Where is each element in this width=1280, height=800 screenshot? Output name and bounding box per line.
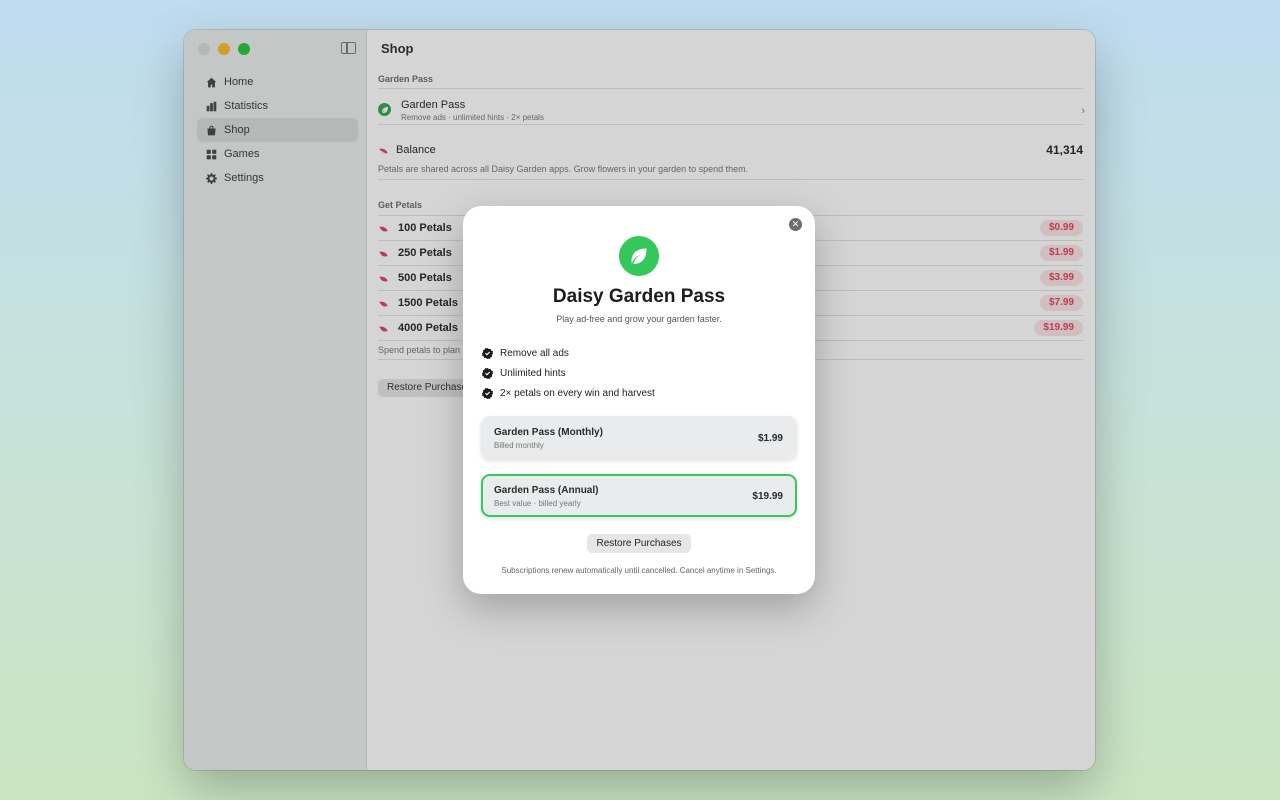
checkmark-badge-icon	[482, 387, 493, 399]
feature-label: Unlimited hints	[500, 367, 566, 379]
plan-name: Garden Pass (Monthly)	[494, 427, 603, 438]
plan-billing: Billed monthly	[494, 441, 544, 450]
feature-label: 2× petals on every win and harvest	[500, 387, 655, 399]
feature-item: Remove all ads	[482, 343, 655, 363]
feature-label: Remove all ads	[500, 347, 569, 359]
plan-billing: Best value · billed yearly	[494, 499, 581, 508]
plan-name: Garden Pass (Annual)	[494, 485, 599, 496]
leaf-logo-icon	[619, 236, 659, 276]
close-icon[interactable]: ✕	[789, 218, 802, 231]
dialog-subtitle: Play ad-free and grow your garden faster…	[556, 314, 722, 324]
plan-annual-option[interactable]: Garden Pass (Annual) Best value · billed…	[481, 474, 797, 517]
dialog-title: Daisy Garden Pass	[552, 286, 726, 307]
checkmark-badge-icon	[482, 367, 493, 379]
plan-monthly-option[interactable]: Garden Pass (Monthly) Billed monthly $1.…	[481, 416, 797, 459]
checkmark-badge-icon	[482, 347, 493, 359]
restore-purchases-button[interactable]: Restore Purchases	[587, 534, 691, 553]
subscription-footnote: Subscriptions renew automatically until …	[501, 566, 777, 575]
plan-price: $1.99	[757, 433, 783, 444]
feature-item: 2× petals on every win and harvest	[482, 383, 655, 403]
subscription-dialog: ✕ Daisy Garden Pass Play ad-free and gro…	[463, 206, 815, 594]
feature-list: Remove all ads Unlimited hints 2× petals…	[482, 343, 655, 403]
plan-price: $19.99	[752, 491, 783, 502]
feature-item: Unlimited hints	[482, 363, 655, 383]
